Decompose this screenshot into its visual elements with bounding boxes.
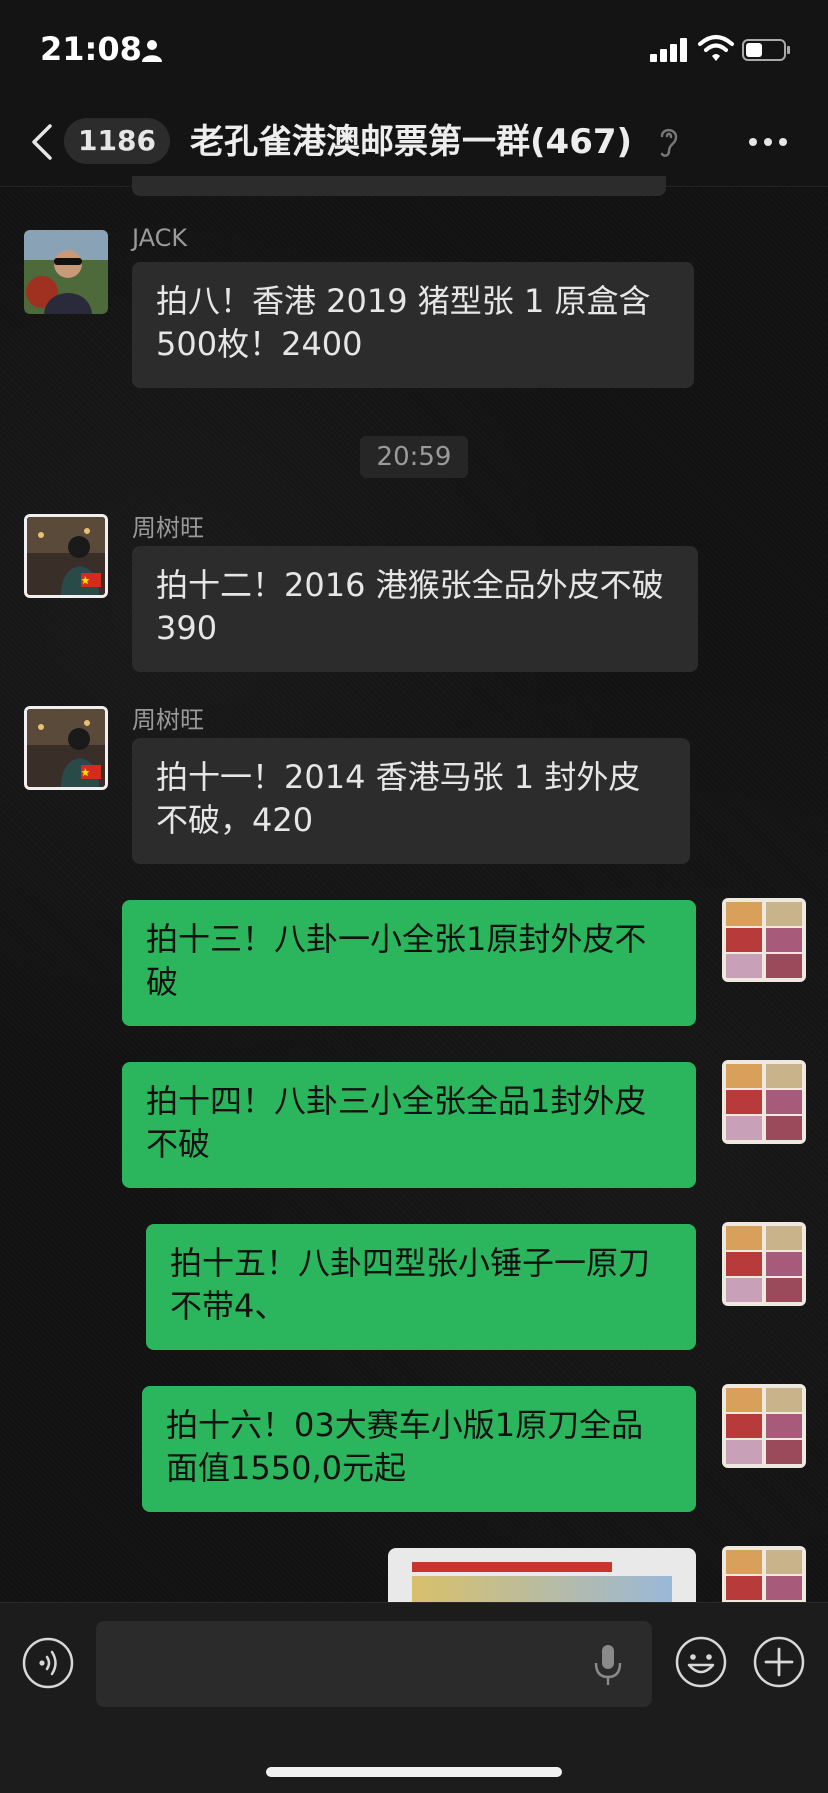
chat-header: 1186 老孔雀港澳邮票第一群(467) (0, 100, 828, 187)
avatar-photo-icon (27, 517, 105, 595)
microphone-icon[interactable] (590, 1643, 626, 1687)
sender-name: JACK (132, 224, 188, 252)
image-message-banner (412, 1562, 612, 1572)
avatar[interactable] (24, 706, 108, 790)
stamp-avatar-icon (722, 1546, 806, 1602)
avatar-self[interactable] (722, 1384, 806, 1468)
avatar-photo-icon (27, 709, 105, 787)
stamp-avatar-icon (722, 1384, 806, 1468)
message-input[interactable] (96, 1621, 652, 1707)
wifi-icon (698, 35, 734, 61)
avatar-self[interactable] (722, 1546, 806, 1602)
battery-icon (742, 39, 790, 61)
emoji-icon[interactable] (674, 1635, 728, 1689)
avatar-self[interactable] (722, 1222, 806, 1306)
stamp-avatar-icon (722, 1060, 806, 1144)
message-bubble-outgoing[interactable]: 拍十五！八卦四型张小锤子一原刀不带4、 (146, 1224, 696, 1350)
cellular-signal-icon (650, 38, 687, 62)
unread-count-badge[interactable]: 1186 (64, 118, 170, 164)
status-bar: 21:08 (0, 0, 828, 100)
stamp-avatar-icon (722, 1222, 806, 1306)
avatar-photo-icon (24, 230, 108, 314)
message-bubble-outgoing[interactable]: 拍十三！八卦一小全张1原封外皮不破 (122, 900, 696, 1026)
status-time: 21:08 (40, 30, 142, 68)
avatar-self[interactable] (722, 1060, 806, 1144)
message-bubble[interactable]: 拍十一！2014 香港马张 1 封外皮不破，420 (132, 738, 690, 864)
avatar-self[interactable] (722, 898, 806, 982)
voice-input-icon[interactable] (22, 1637, 74, 1689)
image-message[interactable] (388, 1548, 696, 1602)
partial-message-bubble (132, 176, 666, 196)
person-icon (142, 40, 162, 62)
avatar[interactable] (24, 230, 108, 314)
image-message-art (412, 1576, 672, 1602)
more-options-icon[interactable] (748, 136, 788, 148)
input-bar (0, 1602, 828, 1793)
plus-icon[interactable] (752, 1635, 806, 1689)
message-bubble[interactable]: 拍八！香港 2019 猪型张 1 原盒含 500枚！2400 (132, 262, 694, 388)
avatar[interactable] (24, 514, 108, 598)
back-chevron-icon[interactable] (28, 122, 56, 162)
stamp-avatar-icon (722, 898, 806, 982)
sender-name: 周树旺 (132, 514, 204, 542)
home-indicator[interactable] (266, 1767, 562, 1777)
sender-name: 周树旺 (132, 706, 204, 734)
message-bubble-outgoing[interactable]: 拍十四！八卦三小全张全品1封外皮不破 (122, 1062, 696, 1188)
message-bubble[interactable]: 拍十二！2016 港猴张全品外皮不破 390 (132, 546, 698, 672)
timestamp-divider: 20:59 (360, 436, 468, 478)
group-title: 老孔雀港澳邮票第一群(467) (190, 122, 633, 162)
ear-icon (660, 128, 678, 157)
message-bubble-outgoing[interactable]: 拍十六！03大赛车小版1原刀全品面值1550,0元起 (142, 1386, 696, 1512)
